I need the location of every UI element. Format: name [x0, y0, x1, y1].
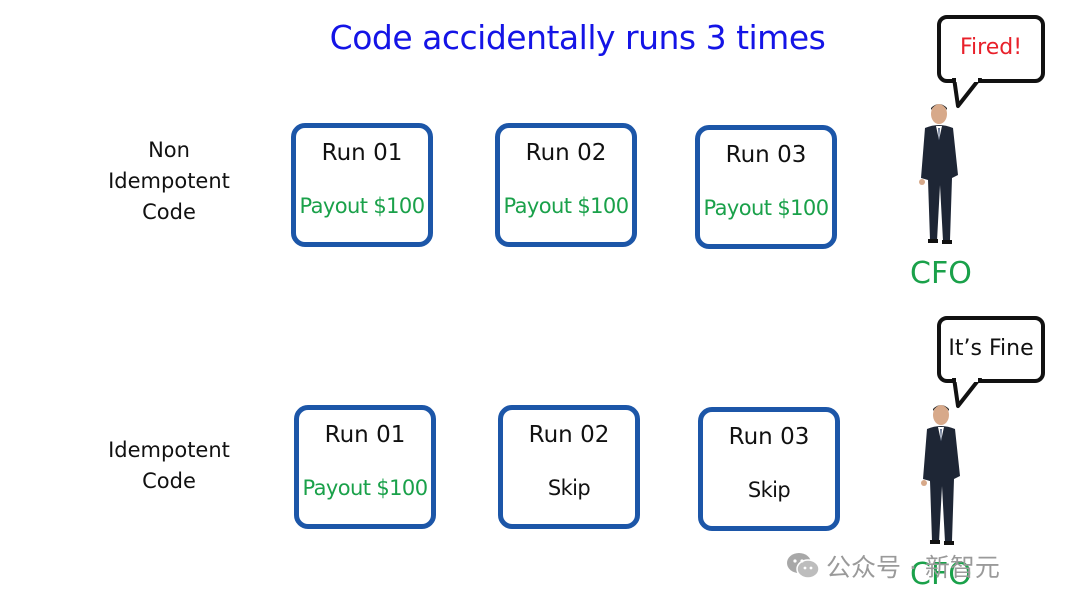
speech-text: Fired!: [959, 35, 1023, 60]
run-label: Run 01: [324, 422, 406, 448]
run-result: Payout $100: [299, 194, 426, 218]
row-label-non-idempotent: Non Idempotent Code: [108, 138, 230, 224]
speech-text: It’s Fine: [948, 336, 1034, 361]
row-label-idempotent: Idempotent Code: [108, 438, 230, 493]
run-box-non-idempotent-1: Run 01 Payout $100: [291, 123, 433, 247]
run-result: Payout $100: [703, 196, 830, 220]
wechat-icon: [787, 553, 820, 579]
run-result: Skip: [547, 476, 591, 500]
run-label: Run 02: [525, 140, 607, 166]
run-result: Payout $100: [302, 476, 429, 500]
speech-bubble-fired: Fired!: [937, 15, 1045, 83]
run-label: Run 03: [728, 424, 810, 450]
diagram-title: Code accidentally runs 3 times: [329, 18, 826, 57]
watermark-text: 公众号 · 新智元: [826, 553, 1000, 582]
watermark: 公众号 · 新智元: [786, 548, 1000, 584]
run-box-idempotent-2: Run 02 Skip: [498, 405, 640, 529]
run-box-idempotent-3: Run 03 Skip: [698, 407, 840, 531]
run-result: Skip: [747, 478, 791, 502]
run-label: Run 02: [528, 422, 610, 448]
cfo-label: CFO: [910, 256, 972, 291]
run-box-non-idempotent-3: Run 03 Payout $100: [695, 125, 837, 249]
run-label: Run 03: [725, 142, 807, 168]
run-box-idempotent-1: Run 01 Payout $100: [294, 405, 436, 529]
run-box-non-idempotent-2: Run 02 Payout $100: [495, 123, 637, 247]
run-result: Payout $100: [503, 194, 630, 218]
run-label: Run 01: [321, 140, 403, 166]
businessman-icon: [919, 104, 958, 244]
speech-bubble-fine: It’s Fine: [937, 316, 1045, 383]
businessman-icon: [921, 405, 960, 545]
